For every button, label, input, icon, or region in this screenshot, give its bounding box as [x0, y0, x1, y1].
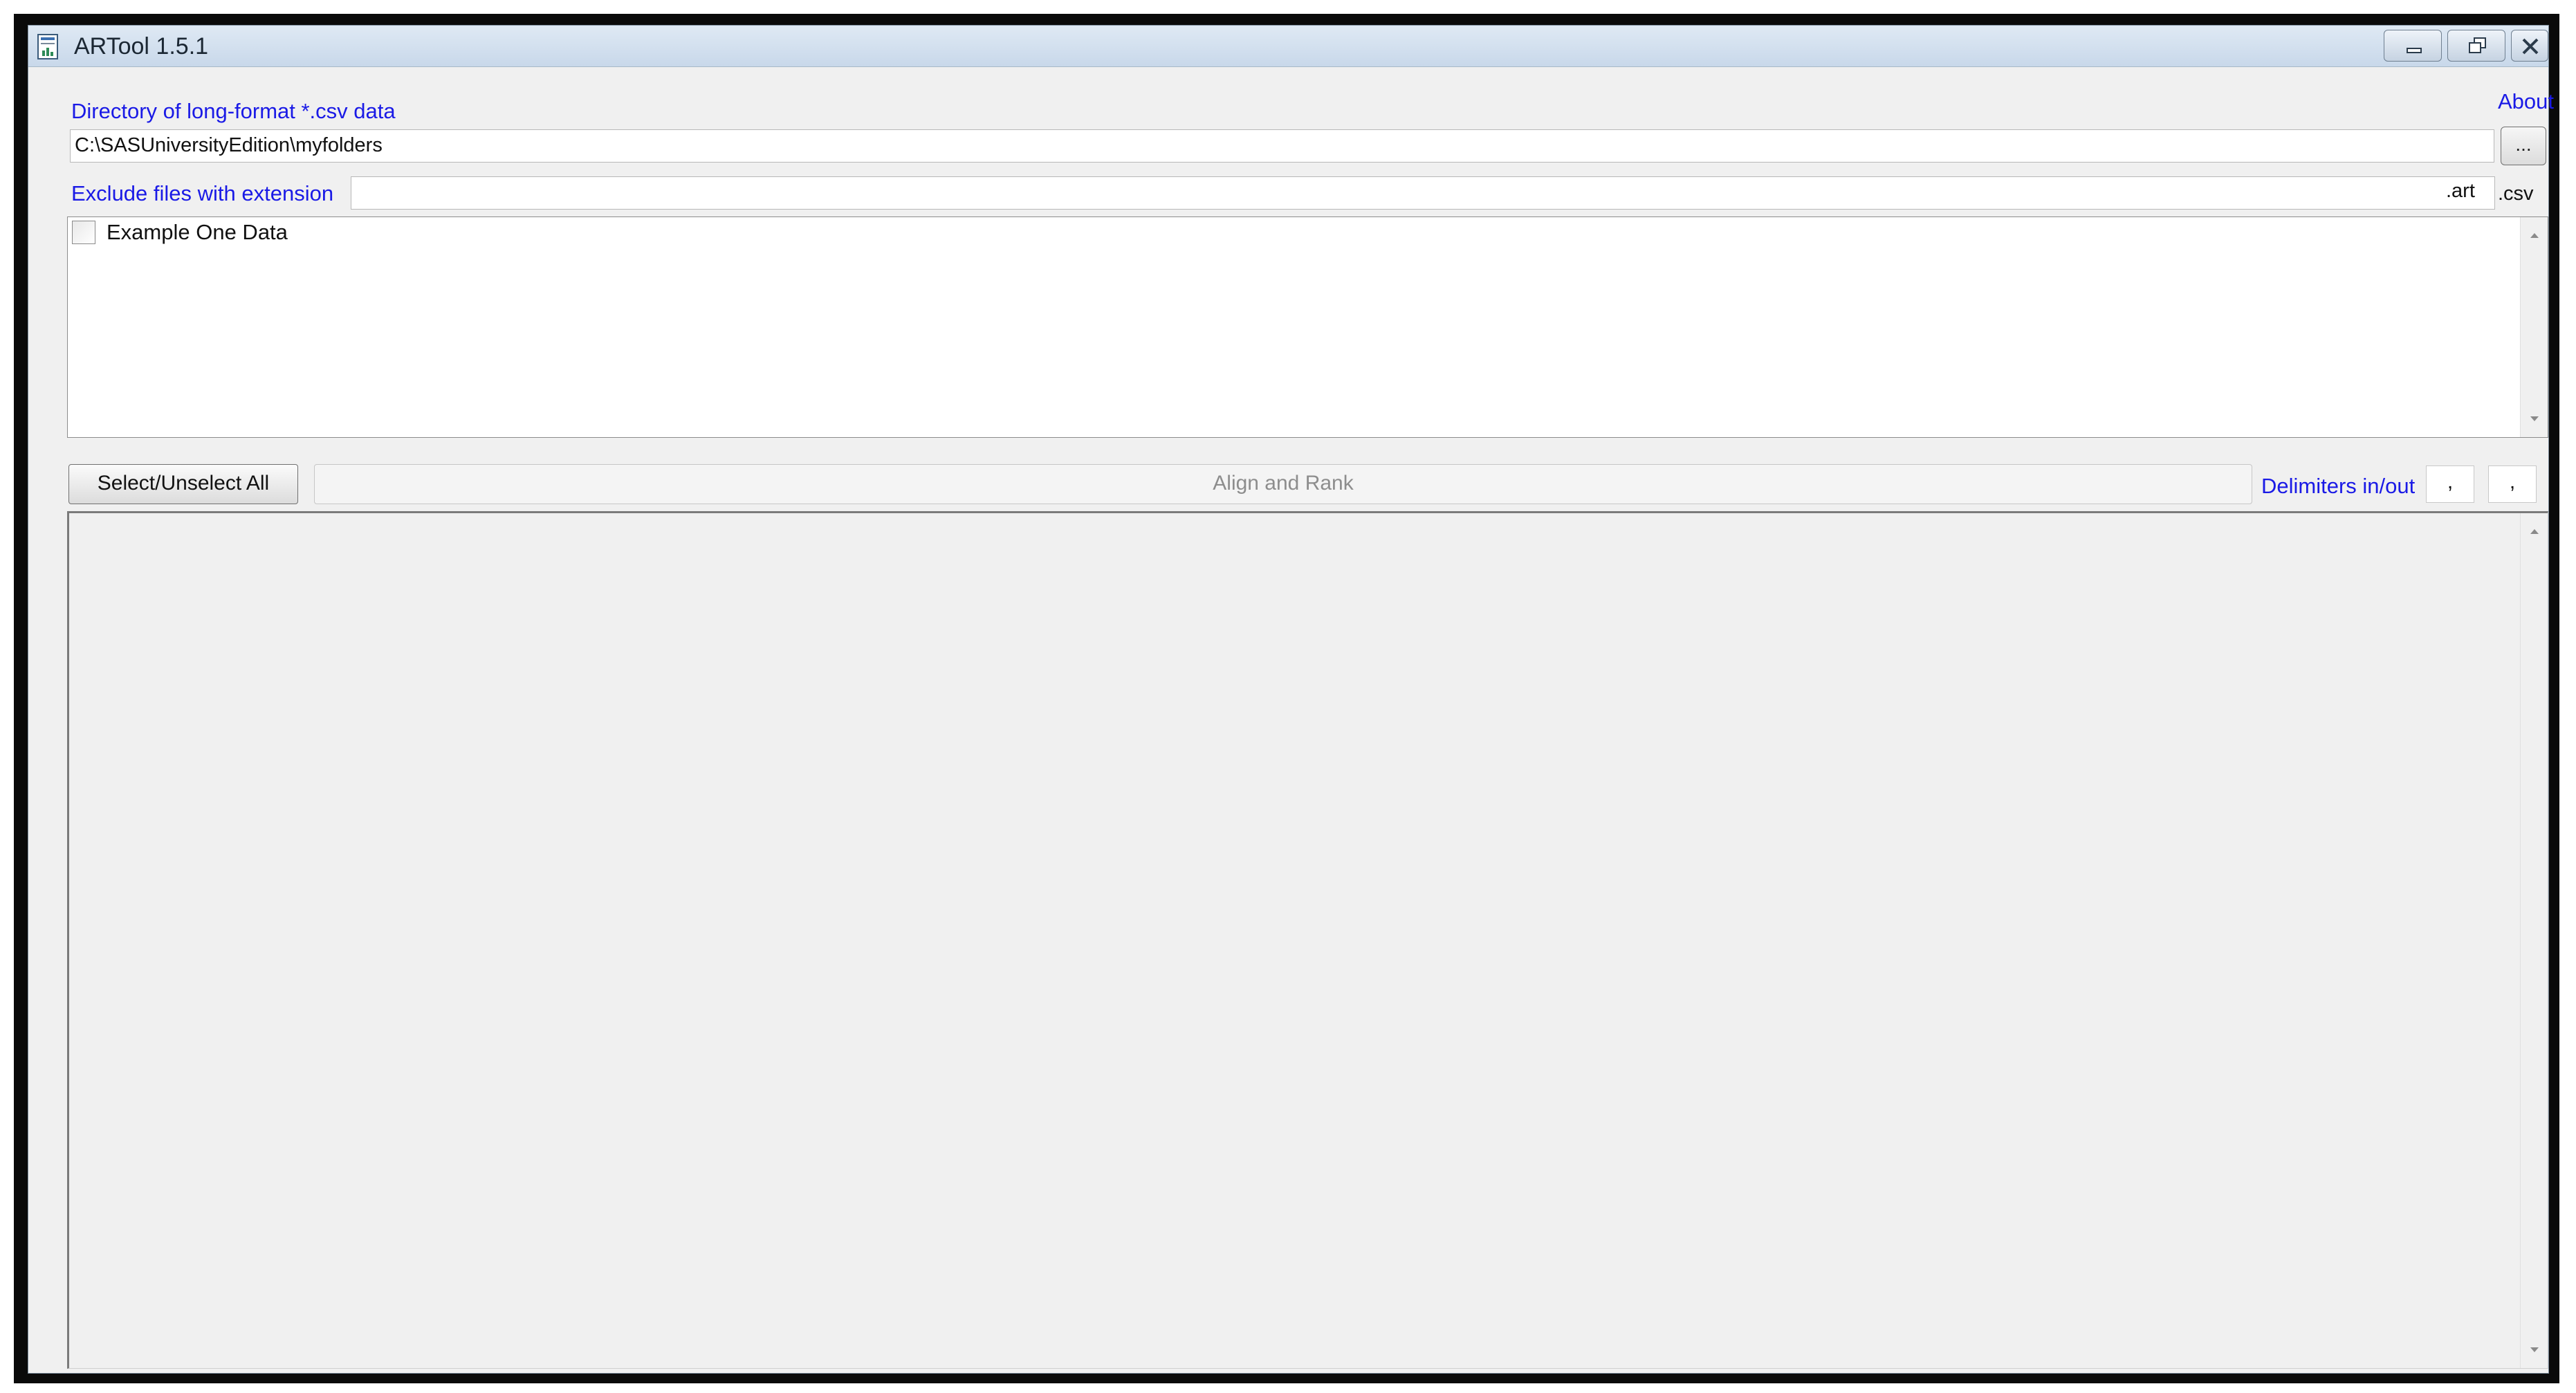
restore-icon	[2469, 37, 2486, 53]
window-title: ARTool 1.5.1	[74, 33, 209, 59]
align-and-rank-button[interactable]: Align and Rank	[314, 464, 2252, 504]
scroll-up-icon[interactable]	[2521, 517, 2548, 545]
close-icon	[2522, 38, 2539, 55]
exclude-label: Exclude files with extension	[71, 181, 334, 205]
app-window: ARTool 1.5.1 About Directory of long-for…	[28, 25, 2554, 1374]
screenshot-canvas: ARTool 1.5.1 About Directory of long-for…	[0, 0, 2576, 1393]
list-item[interactable]: Example One Data	[72, 219, 487, 246]
scroll-down-icon[interactable]	[2521, 1336, 2548, 1364]
about-link[interactable]: About	[2498, 89, 2554, 114]
output-text-area[interactable]	[67, 511, 2548, 1369]
scroll-up-icon[interactable]	[2521, 221, 2548, 249]
restore-button[interactable]	[2447, 30, 2505, 62]
app-icon	[37, 34, 60, 60]
window-border: ARTool 1.5.1 About Directory of long-for…	[14, 14, 2559, 1383]
delimiters-label: Delimiters in/out	[2261, 474, 2416, 498]
delimiter-in-input[interactable]: ,	[2426, 465, 2474, 503]
file-list-scrollbar[interactable]	[2520, 217, 2548, 437]
exclude-extension-input[interactable]	[351, 176, 2495, 210]
close-button[interactable]	[2511, 30, 2548, 62]
select-unselect-all-button[interactable]: Select/Unselect All	[68, 464, 298, 504]
output-scrollbar[interactable]	[2520, 513, 2548, 1368]
file-item-label: Example One Data	[107, 220, 288, 244]
csv-extension-suffix: .csv	[2498, 183, 2534, 205]
browse-button[interactable]: ...	[2501, 127, 2546, 165]
title-bar[interactable]: ARTool 1.5.1	[28, 26, 2548, 67]
delimiter-out-input[interactable]: ,	[2488, 465, 2537, 503]
minimize-icon	[2407, 48, 2422, 53]
example-one-checkbox[interactable]	[72, 221, 95, 244]
art-extension-suffix: .art	[2446, 180, 2475, 202]
minimize-button[interactable]	[2384, 30, 2442, 62]
directory-input[interactable]: C:\SASUniversityEdition\myfolders	[70, 129, 2494, 163]
directory-label: Directory of long-format *.csv data	[71, 99, 396, 123]
scroll-down-icon[interactable]	[2521, 405, 2548, 433]
file-checklist[interactable]: Example One Data	[67, 216, 2548, 438]
